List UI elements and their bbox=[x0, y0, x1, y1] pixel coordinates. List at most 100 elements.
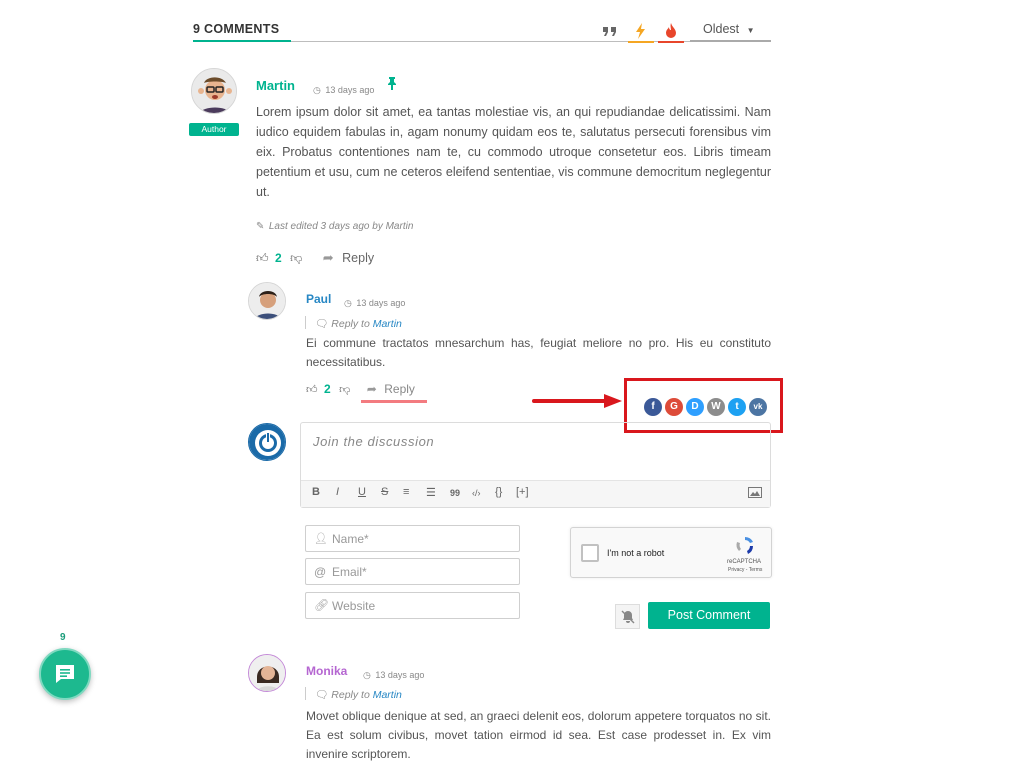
comment-body: Movet oblique denique at sed, an graeci … bbox=[306, 709, 771, 761]
avatar-martin bbox=[191, 68, 237, 114]
reply-button[interactable]: Reply bbox=[384, 382, 415, 396]
twitter-icon[interactable]: t bbox=[728, 398, 746, 416]
comment-meta: ◷ 13 days ago bbox=[363, 665, 424, 683]
floating-comment-count: 9 bbox=[60, 632, 66, 643]
comment-time: 13 days ago bbox=[375, 670, 425, 680]
user-icon: 👤︎ bbox=[314, 533, 328, 545]
thumbs-up-icon[interactable]: 👍︎ bbox=[256, 251, 269, 265]
sort-newest-button[interactable] bbox=[628, 20, 654, 43]
blockquote-button[interactable]: 99 bbox=[450, 488, 460, 498]
recaptcha-logo-icon bbox=[736, 537, 753, 554]
code-button[interactable]: ‹/› bbox=[472, 488, 481, 498]
sort-dropdown-label: Oldest bbox=[703, 22, 740, 36]
lightning-icon bbox=[636, 23, 645, 39]
comment-author-name[interactable]: Martin bbox=[256, 78, 295, 93]
google-icon[interactable]: G bbox=[665, 398, 683, 416]
thumbs-up-icon[interactable]: 👍︎ bbox=[306, 384, 318, 396]
facebook-icon[interactable]: f bbox=[644, 398, 662, 416]
post-comment-button[interactable]: Post Comment bbox=[648, 602, 770, 629]
reply-to-divider bbox=[305, 316, 306, 329]
reply-arrow-icon: ➦ bbox=[366, 382, 377, 396]
edited-note: ✎ Last edited 3 days ago by Martin bbox=[256, 216, 413, 234]
sort-dropdown[interactable]: Oldest ▼ bbox=[703, 22, 755, 36]
bold-button[interactable]: B bbox=[312, 486, 320, 498]
recaptcha-brand: reCAPTCHA bbox=[727, 559, 762, 565]
author-badge: Author bbox=[189, 123, 239, 136]
recaptcha-label: I'm not a robot bbox=[607, 548, 665, 558]
reply-to-line: 🗨︎ Reply to Martin bbox=[315, 317, 402, 330]
reply-highlight-underline bbox=[361, 400, 427, 403]
avatar-current-user bbox=[248, 423, 286, 461]
comment-time: 13 days ago bbox=[325, 85, 375, 95]
vote-bar: 👍︎ 2 👎︎ ➦ Reply bbox=[256, 249, 374, 267]
unordered-list-button[interactable]: ☰ bbox=[426, 486, 436, 499]
source-code-button[interactable]: {} bbox=[495, 486, 502, 498]
clock-icon: ◷ bbox=[363, 670, 371, 680]
thumbs-down-icon[interactable]: 👎︎ bbox=[290, 251, 302, 265]
link-icon: 🔗︎ bbox=[314, 598, 330, 612]
fire-icon bbox=[666, 23, 676, 38]
italic-button[interactable]: I bbox=[336, 486, 339, 498]
sort-newest-underline bbox=[628, 41, 654, 43]
comments-icon: 🗨︎ bbox=[315, 689, 329, 701]
comment-author-name[interactable]: Paul bbox=[306, 292, 331, 306]
chat-bubble-icon bbox=[56, 665, 74, 683]
comment-author-name[interactable]: Monika bbox=[306, 664, 347, 678]
reply-to-prefix: Reply to bbox=[331, 318, 370, 330]
reply-button[interactable]: Reply bbox=[342, 251, 374, 265]
vote-count: 2 bbox=[275, 251, 282, 265]
avatar-paul bbox=[248, 282, 286, 320]
comments-count: 9 COMMENTS bbox=[193, 22, 280, 36]
thumbs-down-icon[interactable]: 👎︎ bbox=[339, 384, 350, 396]
name-field[interactable]: 👤︎ Name* bbox=[305, 525, 520, 552]
pin-icon bbox=[388, 77, 396, 90]
vote-bar: 👍︎ 2 👎︎ ➦ Reply bbox=[306, 380, 415, 398]
bell-off-icon bbox=[621, 610, 635, 624]
reply-to-line: 🗨︎ Reply to Martin bbox=[315, 688, 402, 701]
strike-button[interactable]: S bbox=[381, 486, 388, 498]
reply-arrow-icon: ➦ bbox=[322, 250, 334, 265]
recaptcha-widget: I'm not a robot reCAPTCHA Privacy - Term… bbox=[570, 527, 772, 578]
edit-icon: ✎ bbox=[256, 221, 265, 232]
comments-icon: 🗨︎ bbox=[315, 318, 329, 330]
recaptcha-checkbox[interactable] bbox=[581, 544, 599, 562]
email-placeholder: Email* bbox=[332, 565, 367, 579]
recaptcha-terms: Privacy - Terms bbox=[728, 567, 763, 573]
comment-meta: ◷ 13 days ago bbox=[313, 80, 374, 98]
vk-icon[interactable]: vk bbox=[749, 398, 767, 416]
reply-to-divider bbox=[305, 687, 306, 700]
sort-quotes-button[interactable] bbox=[597, 20, 623, 42]
annotation-arrow bbox=[532, 394, 622, 408]
quote-icon bbox=[603, 27, 616, 36]
wordpress-icon[interactable]: W bbox=[707, 398, 725, 416]
comment-body: Lorem ipsum dolor sit amet, ea tantas mo… bbox=[256, 105, 771, 199]
header-accent-underline bbox=[193, 40, 291, 42]
website-field[interactable]: 🔗︎ Website bbox=[305, 592, 520, 619]
website-placeholder: Website bbox=[332, 599, 376, 613]
subscribe-toggle-button[interactable] bbox=[615, 604, 640, 629]
email-field[interactable]: @ Email* bbox=[305, 558, 520, 585]
image-upload-icon[interactable] bbox=[748, 487, 762, 498]
reply-to-link[interactable]: Martin bbox=[373, 689, 402, 701]
reply-to-prefix: Reply to bbox=[331, 689, 370, 701]
clock-icon: ◷ bbox=[344, 298, 352, 308]
comment-meta: ◷ 13 days ago bbox=[344, 293, 405, 311]
spoiler-button[interactable]: [+] bbox=[516, 486, 529, 498]
editor-toolbar bbox=[301, 480, 770, 507]
sort-hot-button[interactable] bbox=[658, 20, 684, 43]
at-icon: @ bbox=[314, 565, 327, 579]
name-placeholder: Name* bbox=[332, 532, 369, 546]
sort-dropdown-underline bbox=[690, 40, 771, 42]
edited-text: Last edited 3 days ago by Martin bbox=[268, 221, 414, 232]
disqus-icon[interactable]: D bbox=[686, 398, 704, 416]
comment-body: Ei commune tractatos mnesarchum has, feu… bbox=[306, 336, 771, 369]
underline-button[interactable]: U bbox=[358, 486, 366, 498]
vote-count: 2 bbox=[323, 382, 331, 396]
comment-time: 13 days ago bbox=[356, 298, 406, 308]
ordered-list-button[interactable]: ≡ bbox=[403, 486, 409, 498]
floating-comments-button[interactable] bbox=[39, 648, 91, 700]
sort-hot-underline bbox=[658, 41, 684, 43]
reply-to-link[interactable]: Martin bbox=[373, 318, 402, 330]
editor-placeholder: Join the discussion bbox=[313, 434, 435, 449]
clock-icon: ◷ bbox=[313, 85, 321, 95]
